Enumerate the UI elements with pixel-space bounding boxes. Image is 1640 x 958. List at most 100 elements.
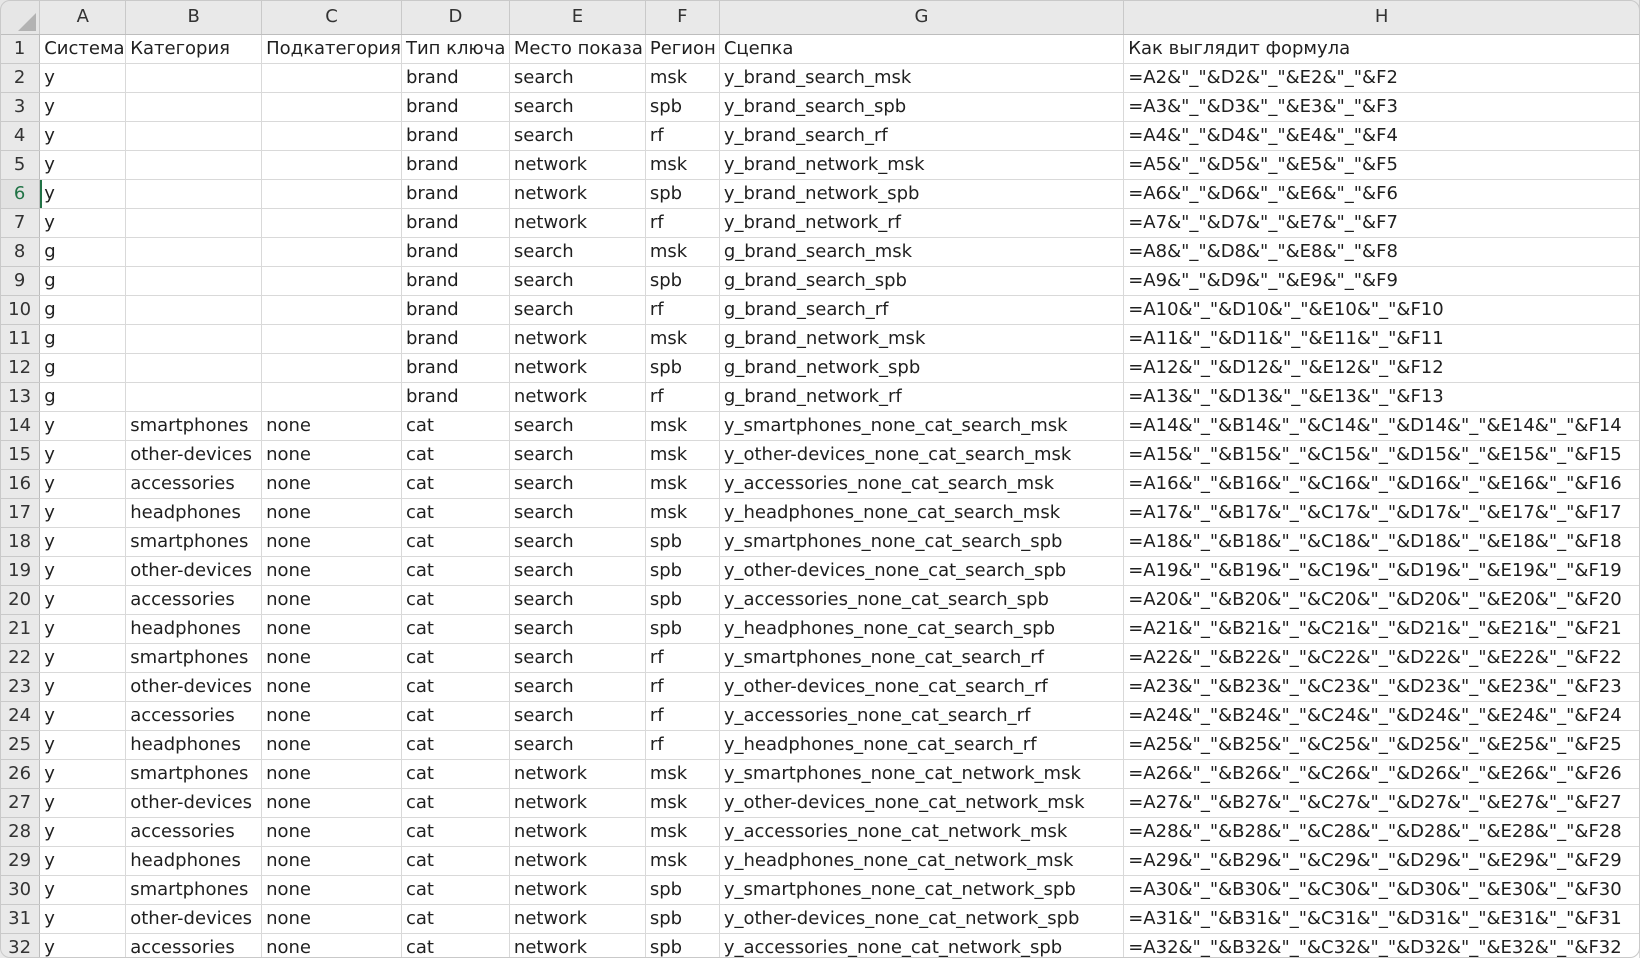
row-header[interactable]: 6 [0, 179, 41, 209]
cell-b3[interactable] [125, 92, 263, 122]
cell-a15[interactable]: y [39, 440, 127, 470]
cell-c18[interactable]: none [261, 527, 402, 557]
row-header[interactable]: 12 [0, 353, 41, 383]
cell-a22[interactable]: y [39, 643, 127, 673]
cell-b31[interactable]: other-devices [125, 904, 263, 934]
cell-d8[interactable]: brand [401, 237, 510, 267]
cell-h3[interactable]: =A3&"_"&D3&"_"&E3&"_"&F3 [1123, 92, 1640, 122]
cell-h18[interactable]: =A18&"_"&B18&"_"&C18&"_"&D18&"_"&E18&"_"… [1123, 527, 1640, 557]
row-header[interactable]: 21 [0, 614, 41, 644]
cell-b12[interactable] [125, 353, 263, 383]
cell-c15[interactable]: none [261, 440, 402, 470]
cell-f10[interactable]: rf [645, 295, 720, 325]
cell-d1[interactable]: Тип ключа [401, 34, 510, 64]
cell-g16[interactable]: y_accessories_none_cat_search_msk [719, 469, 1125, 499]
cell-g18[interactable]: y_smartphones_none_cat_search_spb [719, 527, 1125, 557]
cell-e6[interactable]: network [509, 179, 646, 209]
cell-g21[interactable]: y_headphones_none_cat_search_spb [719, 614, 1125, 644]
cell-g4[interactable]: y_brand_search_rf [719, 121, 1125, 151]
cell-e16[interactable]: search [509, 469, 646, 499]
cell-h5[interactable]: =A5&"_"&D5&"_"&E5&"_"&F5 [1123, 150, 1640, 180]
cell-h31[interactable]: =A31&"_"&B31&"_"&C31&"_"&D31&"_"&E31&"_"… [1123, 904, 1640, 934]
cell-g10[interactable]: g_brand_search_rf [719, 295, 1125, 325]
column-header-a[interactable]: A [39, 0, 127, 35]
cell-g14[interactable]: y_smartphones_none_cat_search_msk [719, 411, 1125, 441]
cell-d21[interactable]: cat [401, 614, 510, 644]
cell-g26[interactable]: y_smartphones_none_cat_network_msk [719, 759, 1125, 789]
cell-g32[interactable]: y_accessories_none_cat_network_spb [719, 933, 1125, 958]
cell-e1[interactable]: Место показа [509, 34, 646, 64]
cell-f25[interactable]: rf [645, 730, 720, 760]
cell-e8[interactable]: search [509, 237, 646, 267]
cell-d32[interactable]: cat [401, 933, 510, 958]
cell-b27[interactable]: other-devices [125, 788, 263, 818]
row-header[interactable]: 29 [0, 846, 41, 876]
cell-c5[interactable] [261, 150, 402, 180]
cell-c21[interactable]: none [261, 614, 402, 644]
cell-a5[interactable]: y [39, 150, 127, 180]
cell-c10[interactable] [261, 295, 402, 325]
cell-b10[interactable] [125, 295, 263, 325]
cell-h13[interactable]: =A13&"_"&D13&"_"&E13&"_"&F13 [1123, 382, 1640, 412]
cell-f4[interactable]: rf [645, 121, 720, 151]
cell-e12[interactable]: network [509, 353, 646, 383]
row-header[interactable]: 22 [0, 643, 41, 673]
row-header[interactable]: 27 [0, 788, 41, 818]
cell-h30[interactable]: =A30&"_"&B30&"_"&C30&"_"&D30&"_"&E30&"_"… [1123, 875, 1640, 905]
cell-b9[interactable] [125, 266, 263, 296]
cell-g28[interactable]: y_accessories_none_cat_network_msk [719, 817, 1125, 847]
cell-h2[interactable]: =A2&"_"&D2&"_"&E2&"_"&F2 [1123, 63, 1640, 93]
cell-e11[interactable]: network [509, 324, 646, 354]
cell-a29[interactable]: y [39, 846, 127, 876]
row-header[interactable]: 10 [0, 295, 41, 325]
cell-a13[interactable]: g [39, 382, 127, 412]
cell-e4[interactable]: search [509, 121, 646, 151]
cell-a31[interactable]: y [39, 904, 127, 934]
cell-g11[interactable]: g_brand_network_msk [719, 324, 1125, 354]
cell-h8[interactable]: =A8&"_"&D8&"_"&E8&"_"&F8 [1123, 237, 1640, 267]
row-header[interactable]: 4 [0, 121, 41, 151]
cell-e3[interactable]: search [509, 92, 646, 122]
cell-b11[interactable] [125, 324, 263, 354]
column-header-c[interactable]: C [261, 0, 402, 35]
row-header[interactable]: 3 [0, 92, 41, 122]
cell-h16[interactable]: =A16&"_"&B16&"_"&C16&"_"&D16&"_"&E16&"_"… [1123, 469, 1640, 499]
cell-c12[interactable] [261, 353, 402, 383]
cell-d13[interactable]: brand [401, 382, 510, 412]
row-header[interactable]: 26 [0, 759, 41, 789]
column-header-g[interactable]: G [719, 0, 1125, 35]
cell-c27[interactable]: none [261, 788, 402, 818]
cell-c16[interactable]: none [261, 469, 402, 499]
cell-h17[interactable]: =A17&"_"&B17&"_"&C17&"_"&D17&"_"&E17&"_"… [1123, 498, 1640, 528]
cell-d22[interactable]: cat [401, 643, 510, 673]
row-header[interactable]: 8 [0, 237, 41, 267]
cell-g13[interactable]: g_brand_network_rf [719, 382, 1125, 412]
cell-d23[interactable]: cat [401, 672, 510, 702]
row-header[interactable]: 30 [0, 875, 41, 905]
cell-c4[interactable] [261, 121, 402, 151]
cell-g25[interactable]: y_headphones_none_cat_search_rf [719, 730, 1125, 760]
cell-d15[interactable]: cat [401, 440, 510, 470]
cell-h28[interactable]: =A28&"_"&B28&"_"&C28&"_"&D28&"_"&E28&"_"… [1123, 817, 1640, 847]
cell-c2[interactable] [261, 63, 402, 93]
cell-d7[interactable]: brand [401, 208, 510, 238]
cell-h23[interactable]: =A23&"_"&B23&"_"&C23&"_"&D23&"_"&E23&"_"… [1123, 672, 1640, 702]
cell-c28[interactable]: none [261, 817, 402, 847]
column-header-f[interactable]: F [645, 0, 720, 35]
cell-b22[interactable]: smartphones [125, 643, 263, 673]
cell-e29[interactable]: network [509, 846, 646, 876]
cell-b28[interactable]: accessories [125, 817, 263, 847]
cell-d12[interactable]: brand [401, 353, 510, 383]
cell-c22[interactable]: none [261, 643, 402, 673]
row-header[interactable]: 14 [0, 411, 41, 441]
row-header[interactable]: 9 [0, 266, 41, 296]
cell-f29[interactable]: msk [645, 846, 720, 876]
cell-c14[interactable]: none [261, 411, 402, 441]
cell-c26[interactable]: none [261, 759, 402, 789]
cell-f15[interactable]: msk [645, 440, 720, 470]
cell-h21[interactable]: =A21&"_"&B21&"_"&C21&"_"&D21&"_"&E21&"_"… [1123, 614, 1640, 644]
cell-e30[interactable]: network [509, 875, 646, 905]
cell-g30[interactable]: y_smartphones_none_cat_network_spb [719, 875, 1125, 905]
cell-d24[interactable]: cat [401, 701, 510, 731]
cell-b26[interactable]: smartphones [125, 759, 263, 789]
